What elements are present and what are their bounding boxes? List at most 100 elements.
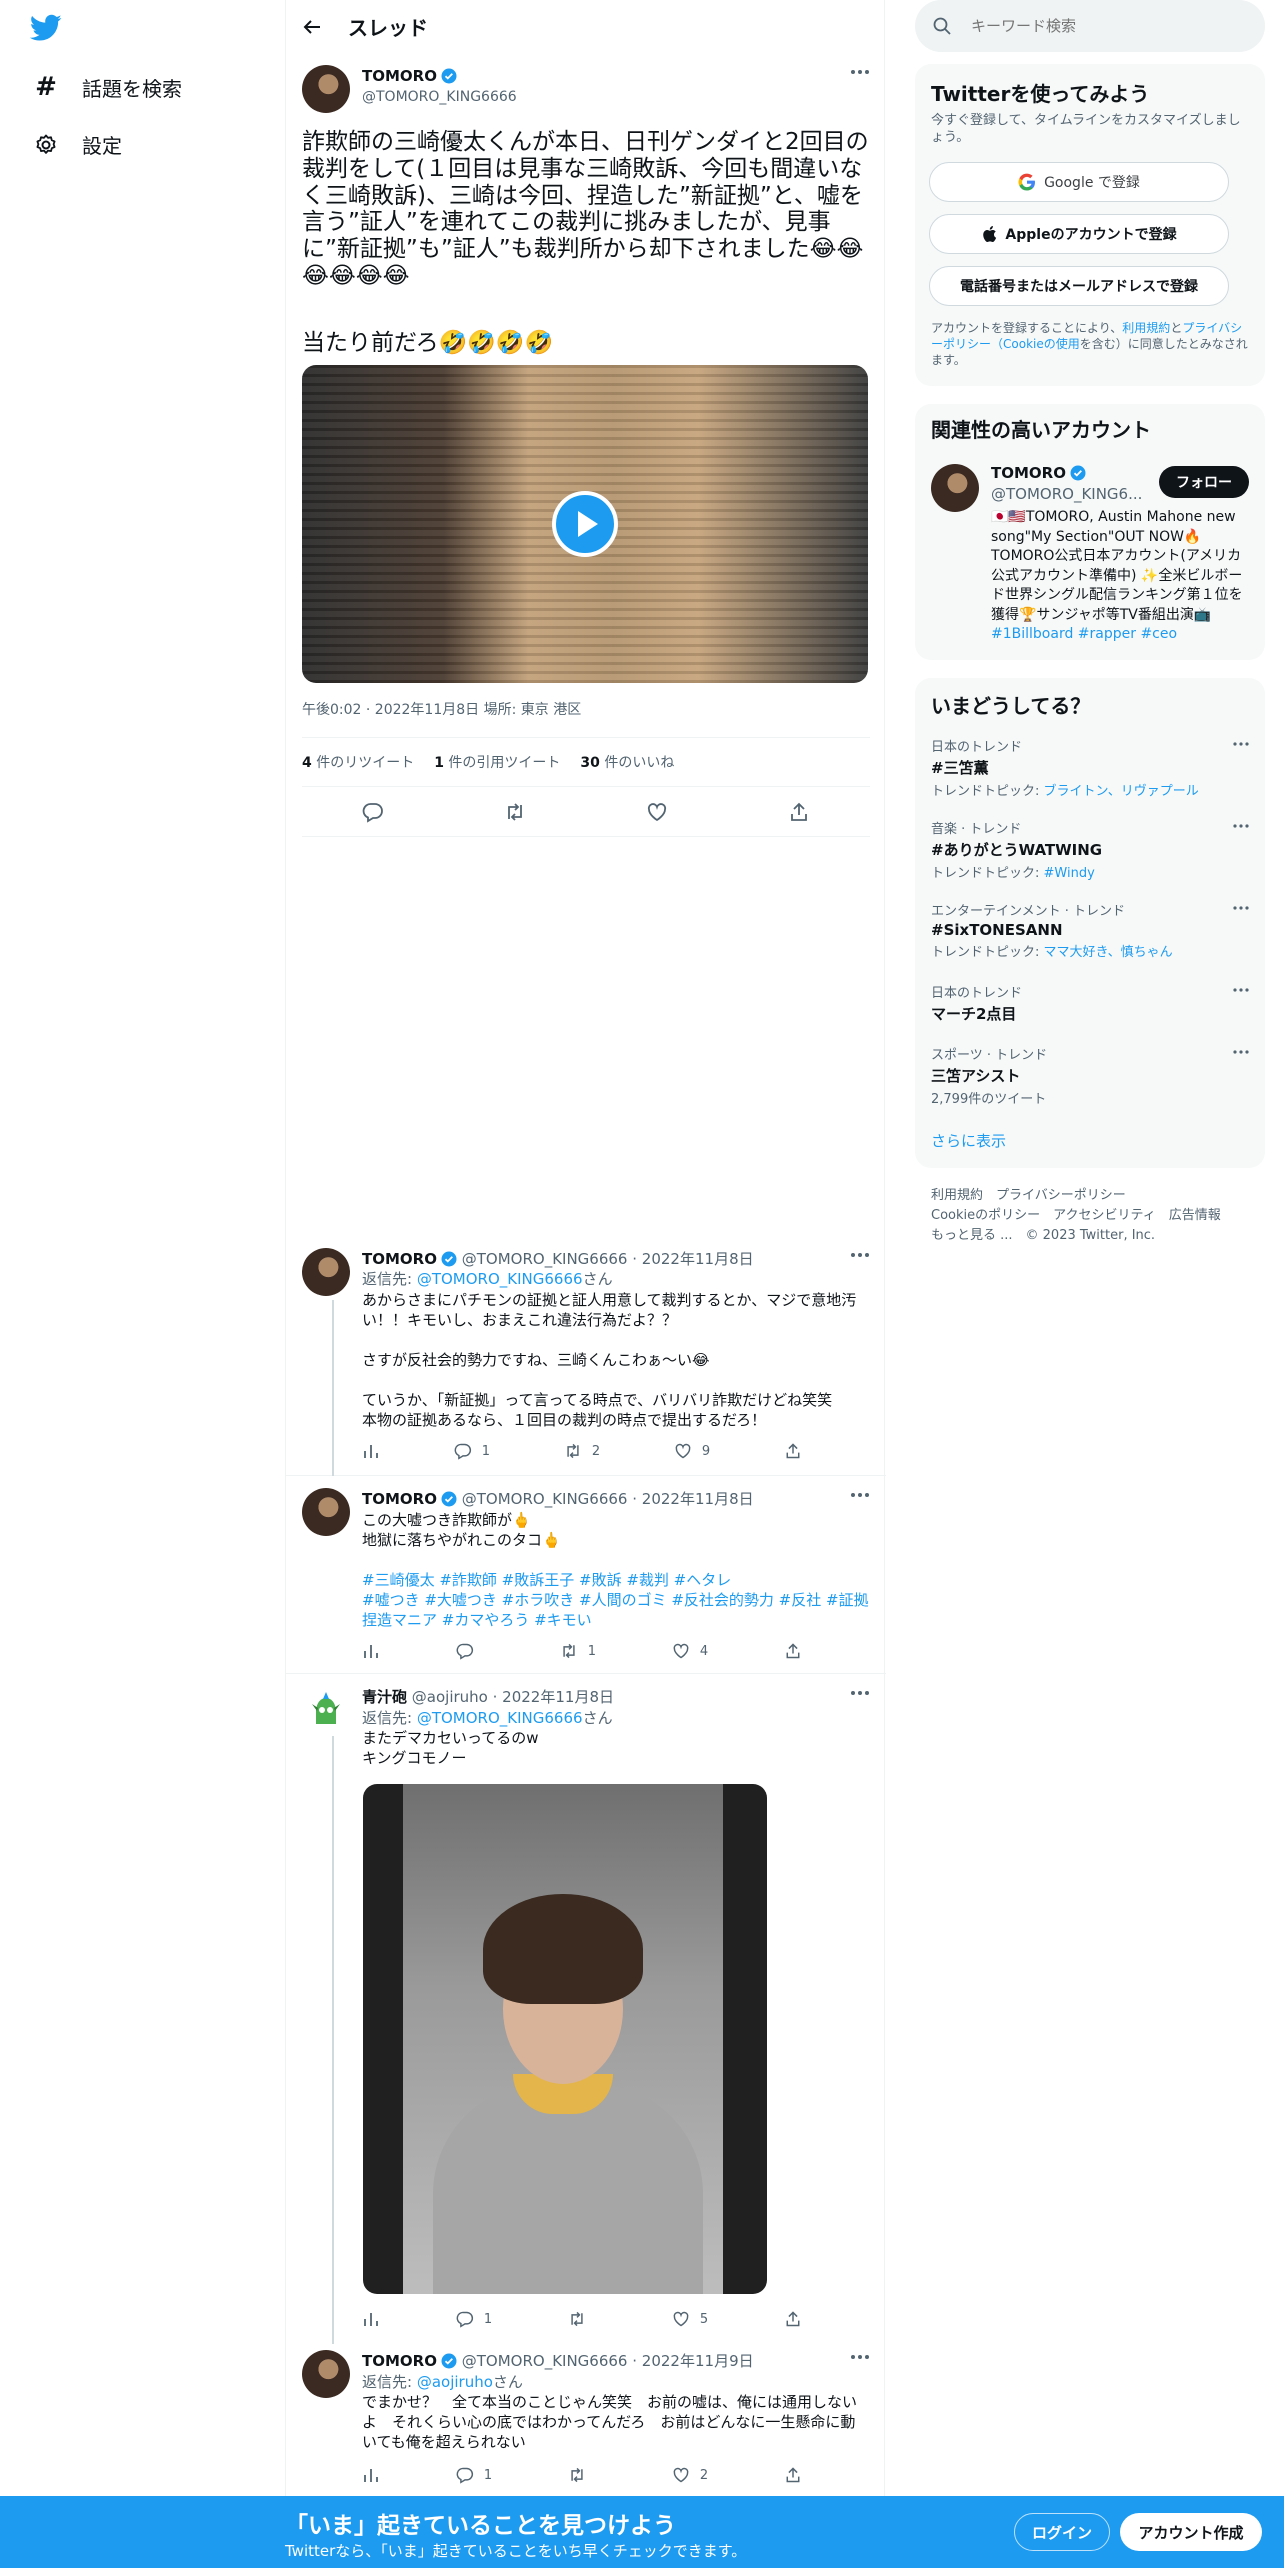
footer-line[interactable]: 利用規約 プライバシーポリシー bbox=[931, 1186, 1261, 1206]
apple-signup-button[interactable]: Appleのアカウントで登録 bbox=[929, 214, 1229, 254]
like-button[interactable]: 5 bbox=[672, 2310, 708, 2328]
retweet-button[interactable]: 2 bbox=[564, 1442, 600, 1460]
share-icon[interactable] bbox=[788, 801, 810, 823]
reply-tweet[interactable]: TOMORO @TOMORO_KING6666 · 2022年11月9日 返信先… bbox=[286, 2344, 886, 2496]
author-handle[interactable]: @TOMORO_KING6666 bbox=[462, 2352, 628, 2370]
avatar[interactable] bbox=[931, 464, 979, 512]
more-icon[interactable] bbox=[1233, 1050, 1249, 1054]
tweet-date[interactable]: · 2022年11月9日 bbox=[632, 2352, 753, 2370]
reply-button[interactable]: 1 bbox=[456, 2466, 492, 2484]
more-icon[interactable] bbox=[1233, 824, 1249, 828]
more-icon[interactable] bbox=[1233, 742, 1249, 746]
retweet-icon[interactable] bbox=[504, 801, 526, 823]
reply-to-handle[interactable]: @aojiruho bbox=[417, 2373, 493, 2391]
tweet-video[interactable] bbox=[302, 365, 868, 683]
avatar[interactable] bbox=[302, 1488, 350, 1536]
like-button[interactable]: 9 bbox=[674, 1442, 710, 1460]
trend-topic[interactable]: ママ大好き、慎ちゃん bbox=[1044, 945, 1173, 960]
reply-to-handle[interactable]: @TOMORO_KING6666 bbox=[417, 1709, 583, 1727]
like-icon[interactable] bbox=[646, 801, 668, 823]
likes-stat[interactable]: 30 件のいいね bbox=[580, 752, 674, 772]
more-icon[interactable] bbox=[850, 1492, 870, 1498]
author-handle[interactable]: @TOMORO_KING6666 bbox=[462, 1490, 628, 1508]
avatar[interactable] bbox=[302, 1248, 350, 1296]
more-icon[interactable] bbox=[1233, 906, 1249, 910]
like-button[interactable]: 2 bbox=[672, 2466, 708, 2484]
author-name[interactable]: TOMORO bbox=[362, 1490, 437, 1508]
tweet-date[interactable]: · 2022年11月8日 bbox=[493, 1688, 614, 1706]
trend-topic[interactable]: ブライトン、リヴァプール bbox=[1044, 784, 1199, 799]
author-name[interactable]: 青汁砲 bbox=[362, 1688, 407, 1706]
share-icon[interactable] bbox=[784, 1442, 802, 1460]
author-name[interactable]: TOMORO bbox=[362, 2352, 437, 2370]
terms-link[interactable]: 利用規約 bbox=[1122, 321, 1170, 335]
tweet-hashtags[interactable]: #三崎優太 #詐欺師 #敗訴王子 #敗訴 #裁判 #ヘタレ #嘘つき #大嘘つき… bbox=[362, 1570, 872, 1630]
search-bar[interactable] bbox=[915, 0, 1265, 52]
avatar[interactable] bbox=[302, 1686, 350, 1734]
related-name[interactable]: TOMORO bbox=[991, 464, 1086, 482]
more-icon[interactable] bbox=[850, 1690, 870, 1696]
avatar[interactable] bbox=[302, 2350, 350, 2398]
analytics-icon[interactable] bbox=[362, 2310, 380, 2328]
share-icon[interactable] bbox=[784, 2466, 802, 2484]
footer-line[interactable]: Cookieのポリシー アクセシビリティ 広告情報 bbox=[931, 1206, 1261, 1226]
trend-item[interactable]: 日本のトレンド #三笘薫 トレンドトピック: ブライトン、リヴァプール bbox=[931, 736, 1249, 799]
show-more-link[interactable]: さらに表示 bbox=[931, 1130, 1006, 1151]
trend-topic[interactable]: #Windy bbox=[1044, 866, 1095, 881]
login-button[interactable]: ログイン bbox=[1014, 2513, 1110, 2551]
twitter-logo-icon[interactable] bbox=[30, 14, 62, 42]
analytics-icon[interactable] bbox=[362, 1642, 380, 1660]
reply-button[interactable]: 1 bbox=[454, 1442, 490, 1460]
retweet-button[interactable]: 1 bbox=[560, 1642, 596, 1660]
tweet-photo[interactable] bbox=[363, 1784, 767, 2294]
footer-line[interactable]: もっと見る ... © 2023 Twitter, Inc. bbox=[931, 1226, 1261, 1246]
more-icon[interactable] bbox=[850, 69, 870, 75]
author-handle[interactable]: @TOMORO_KING6666 bbox=[462, 1250, 628, 1268]
thread-line bbox=[332, 1736, 334, 2344]
reply-tweet[interactable]: 青汁砲 @aojiruho · 2022年11月8日 返信先: @TOMORO_… bbox=[286, 1674, 886, 2344]
like-icon bbox=[672, 2310, 690, 2328]
tweet-timestamp[interactable]: 午後0:02 · 2022年11月8日 場所: 東京 港区 bbox=[302, 699, 581, 719]
retweet-button[interactable] bbox=[568, 2310, 596, 2328]
trend-item[interactable]: 日本のトレンド マーチ2点目 bbox=[931, 982, 1249, 1024]
search-input[interactable] bbox=[971, 17, 1251, 35]
more-icon[interactable] bbox=[850, 1252, 870, 1258]
retweet-button[interactable] bbox=[568, 2466, 596, 2484]
trend-item[interactable]: スポーツ · トレンド 三笘アシスト 2,799件のツイート bbox=[931, 1044, 1249, 1107]
apple-icon bbox=[981, 225, 997, 243]
google-signup-button[interactable]: Google で登録 bbox=[929, 162, 1229, 202]
phone-email-signup-button[interactable]: 電話番号またはメールアドレスで登録 bbox=[929, 266, 1229, 306]
more-icon[interactable] bbox=[1233, 988, 1249, 992]
reply-to-handle[interactable]: @TOMORO_KING6666 bbox=[417, 1270, 583, 1288]
avatar[interactable] bbox=[302, 65, 350, 113]
like-button[interactable]: 4 bbox=[672, 1642, 708, 1660]
author-handle[interactable]: @TOMORO_KING6666 bbox=[362, 89, 517, 105]
tweet-date[interactable]: · 2022年11月8日 bbox=[632, 1490, 753, 1508]
nav-explore[interactable]: # 話題を検索 bbox=[34, 72, 182, 102]
reply-tweet[interactable]: TOMORO @TOMORO_KING6666 · 2022年11月8日 この大… bbox=[286, 1476, 886, 1674]
author-name[interactable]: TOMORO bbox=[362, 1250, 437, 1268]
trend-item[interactable]: 音楽 · トレンド #ありがとうWATWING トレンドトピック: #Windy bbox=[931, 818, 1249, 881]
more-icon[interactable] bbox=[850, 2354, 870, 2360]
related-handle[interactable]: @TOMORO_KING6... bbox=[991, 485, 1142, 503]
reply-icon[interactable] bbox=[362, 801, 384, 823]
reply-button[interactable] bbox=[456, 1642, 484, 1660]
author-handle[interactable]: @aojiruho bbox=[412, 1688, 488, 1706]
share-icon[interactable] bbox=[784, 1642, 802, 1660]
signup-button[interactable]: アカウント作成 bbox=[1120, 2513, 1262, 2551]
trend-item[interactable]: エンターテインメント · トレンド #SixTONESANN トレンドトピック:… bbox=[931, 900, 1249, 960]
tweet-date[interactable]: · 2022年11月8日 bbox=[632, 1250, 753, 1268]
reply-button[interactable]: 1 bbox=[456, 2310, 492, 2328]
nav-settings[interactable]: 設定 bbox=[34, 130, 122, 159]
reply-tweet[interactable]: TOMORO @TOMORO_KING6666 · 2022年11月8日 返信先… bbox=[286, 1238, 886, 1476]
analytics-icon[interactable] bbox=[362, 2466, 380, 2484]
analytics-icon[interactable] bbox=[362, 1442, 380, 1460]
play-button-icon[interactable] bbox=[552, 491, 618, 557]
related-bio-tags[interactable]: #1Billboard #rapper #ceo bbox=[991, 626, 1177, 642]
author-name[interactable]: TOMORO bbox=[362, 67, 457, 85]
follow-button[interactable]: フォロー bbox=[1159, 466, 1249, 498]
share-icon[interactable] bbox=[784, 2310, 802, 2328]
back-arrow-icon[interactable] bbox=[302, 17, 322, 37]
quotes-stat[interactable]: 1 件の引用ツイート bbox=[434, 752, 560, 772]
retweets-stat[interactable]: 4 件のリツイート bbox=[302, 752, 414, 772]
